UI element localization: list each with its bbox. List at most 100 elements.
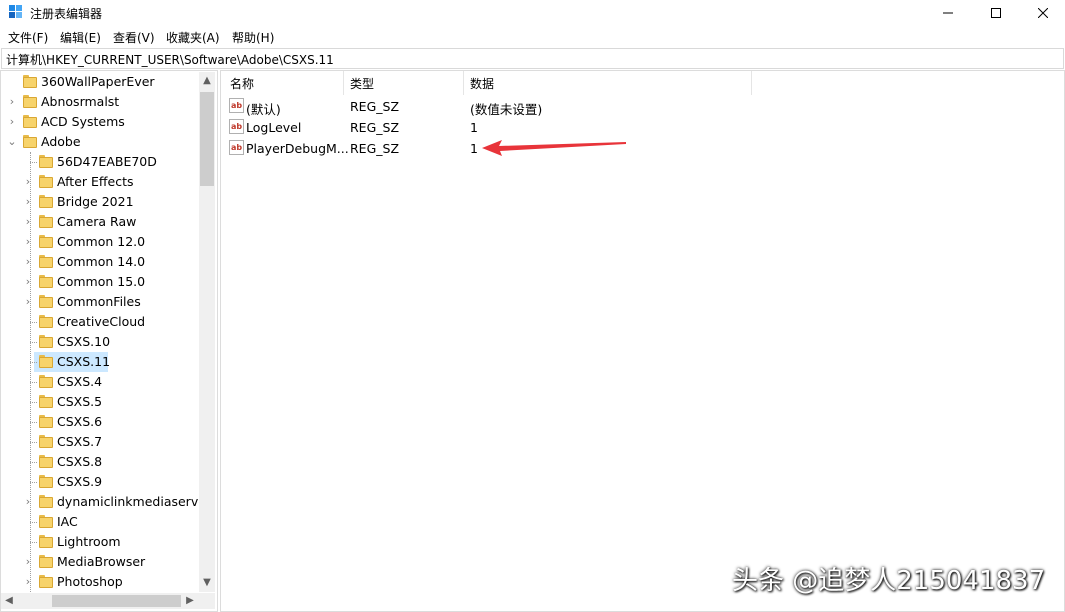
chevron-right-icon[interactable]: › xyxy=(7,115,17,129)
tree-item[interactable]: CSXS.11 xyxy=(1,352,201,372)
tree-item-label: CSXS.8 xyxy=(57,454,103,469)
minimize-button[interactable] xyxy=(925,0,971,26)
value-data: 1 xyxy=(470,141,478,156)
tree-item-label: CSXS.9 xyxy=(57,474,103,489)
chevron-right-icon[interactable]: › xyxy=(23,175,33,189)
value-row[interactable]: ab (默认) REG_SZ (数值未设置) xyxy=(221,96,821,117)
chevron-right-icon[interactable]: › xyxy=(23,495,33,509)
tree-item[interactable]: ⌄ Adobe xyxy=(1,132,201,152)
tree-vertical-scroll-thumb[interactable] xyxy=(200,92,214,186)
tree-item-label: dynamiclinkmediaserver xyxy=(57,494,212,509)
column-divider[interactable] xyxy=(751,71,752,95)
value-name: (默认) xyxy=(246,102,281,117)
tree-item[interactable]: CreativeCloud xyxy=(1,312,201,332)
tree-item[interactable]: 56D47EABE70D xyxy=(1,152,201,172)
value-row[interactable]: ab LogLevel REG_SZ 1 xyxy=(221,117,821,138)
scroll-up-icon[interactable]: ▲ xyxy=(199,72,215,90)
tree-item[interactable]: CSXS.7 xyxy=(1,432,201,452)
chevron-right-icon[interactable]: › xyxy=(23,255,33,269)
close-button[interactable] xyxy=(1020,0,1065,26)
red-arrow-icon xyxy=(482,140,626,156)
tree-item[interactable]: 360WallPaperEver xyxy=(1,72,201,92)
tree-connector xyxy=(30,542,37,543)
tree-connector xyxy=(30,362,37,363)
chevron-right-icon[interactable]: › xyxy=(23,215,33,229)
column-divider[interactable] xyxy=(463,71,464,95)
address-bar[interactable]: 计算机\HKEY_CURRENT_USER\Software\Adobe\CSX… xyxy=(1,48,1064,69)
folder-icon xyxy=(39,175,53,188)
tree-item[interactable]: CSXS.5 xyxy=(1,392,201,412)
menu-help[interactable]: 帮助(H) xyxy=(232,29,274,46)
tree-item[interactable]: › Camera Raw xyxy=(1,212,201,232)
folder-icon xyxy=(39,215,53,228)
tree-item[interactable]: › After Effects xyxy=(1,172,201,192)
scroll-left-icon[interactable]: ◀ xyxy=(1,593,17,609)
tree-item-label: CSXS.10 xyxy=(57,334,111,349)
title-bar: 注册表编辑器 xyxy=(0,0,1065,26)
tree-connector xyxy=(30,482,37,483)
column-header-name[interactable]: 名称 xyxy=(230,75,254,92)
tree-item-label: Photoshop xyxy=(57,574,123,589)
tree-item[interactable]: › Common 14.0 xyxy=(1,252,201,272)
tree-item[interactable]: › Common 12.0 xyxy=(1,232,201,252)
chevron-right-icon[interactable]: › xyxy=(23,575,33,589)
column-header-type[interactable]: 类型 xyxy=(350,75,374,92)
folder-icon xyxy=(39,455,53,468)
tree-connector xyxy=(30,422,37,423)
folder-icon xyxy=(39,375,53,388)
tree-connector xyxy=(30,462,37,463)
menu-view[interactable]: 查看(V) xyxy=(113,29,155,46)
tree-item[interactable]: › Common 15.0 xyxy=(1,272,201,292)
scrollbar-corner xyxy=(199,593,215,609)
folder-icon xyxy=(39,515,53,528)
tree-item[interactable]: IAC xyxy=(1,512,201,532)
value-type: REG_SZ xyxy=(350,99,400,114)
tree-item[interactable]: CSXS.10 xyxy=(1,332,201,352)
tree-item-label: ACD Systems xyxy=(41,114,125,129)
chevron-right-icon[interactable]: › xyxy=(7,95,17,109)
tree-horizontal-scroll-thumb[interactable] xyxy=(52,595,181,607)
folder-icon xyxy=(39,435,53,448)
column-header-data[interactable]: 数据 xyxy=(470,75,494,92)
chevron-right-icon[interactable]: › xyxy=(23,275,33,289)
menu-edit[interactable]: 编辑(E) xyxy=(60,29,101,46)
folder-icon xyxy=(23,95,37,108)
tree-item-label: 56D47EABE70D xyxy=(57,154,157,169)
folder-icon xyxy=(39,355,53,368)
tree-item[interactable]: CSXS.8 xyxy=(1,452,201,472)
ab-string-icon: ab xyxy=(229,140,244,155)
ab-string-icon: ab xyxy=(229,119,244,134)
tree-item[interactable]: › CommonFiles xyxy=(1,292,201,312)
maximize-button[interactable] xyxy=(973,0,1019,26)
chevron-right-icon[interactable]: › xyxy=(23,555,33,569)
tree-item[interactable]: › ACD Systems xyxy=(1,112,201,132)
tree-item[interactable]: CSXS.9 xyxy=(1,472,201,492)
window-title: 注册表编辑器 xyxy=(30,7,103,21)
tree-item[interactable]: Lightroom xyxy=(1,532,201,552)
tree-item-label: CSXS.4 xyxy=(57,374,103,389)
scroll-down-icon[interactable]: ▼ xyxy=(199,574,215,592)
chevron-right-icon[interactable]: › xyxy=(23,235,33,249)
tree-item[interactable]: › dynamiclinkmediaserver xyxy=(1,492,211,512)
address-path: 计算机\HKEY_CURRENT_USER\Software\Adobe\CSX… xyxy=(6,53,334,67)
minimize-icon xyxy=(943,12,953,14)
tree-item[interactable]: › Abnosrmalst xyxy=(1,92,201,112)
tree-item-label: Camera Raw xyxy=(57,214,137,229)
tree-item[interactable]: › Bridge 2021 xyxy=(1,192,201,212)
tree-connector xyxy=(30,162,37,163)
chevron-right-icon[interactable]: › xyxy=(23,295,33,309)
tree-item[interactable]: CSXS.6 xyxy=(1,412,201,432)
tree-connector xyxy=(30,342,37,343)
column-divider[interactable] xyxy=(343,71,344,95)
tree-item[interactable]: CSXS.4 xyxy=(1,372,201,392)
menu-favorites[interactable]: 收藏夹(A) xyxy=(166,29,220,46)
tree-item[interactable]: › Photoshop xyxy=(1,572,201,592)
chevron-right-icon[interactable]: › xyxy=(23,195,33,209)
chevron-down-icon[interactable]: ⌄ xyxy=(7,135,17,149)
tree-item[interactable]: › MediaBrowser xyxy=(1,552,201,572)
scroll-right-icon[interactable]: ▶ xyxy=(182,593,198,609)
folder-icon xyxy=(23,115,37,128)
folder-icon xyxy=(39,395,53,408)
tree-connector xyxy=(30,522,37,523)
menu-file[interactable]: 文件(F) xyxy=(8,29,48,46)
